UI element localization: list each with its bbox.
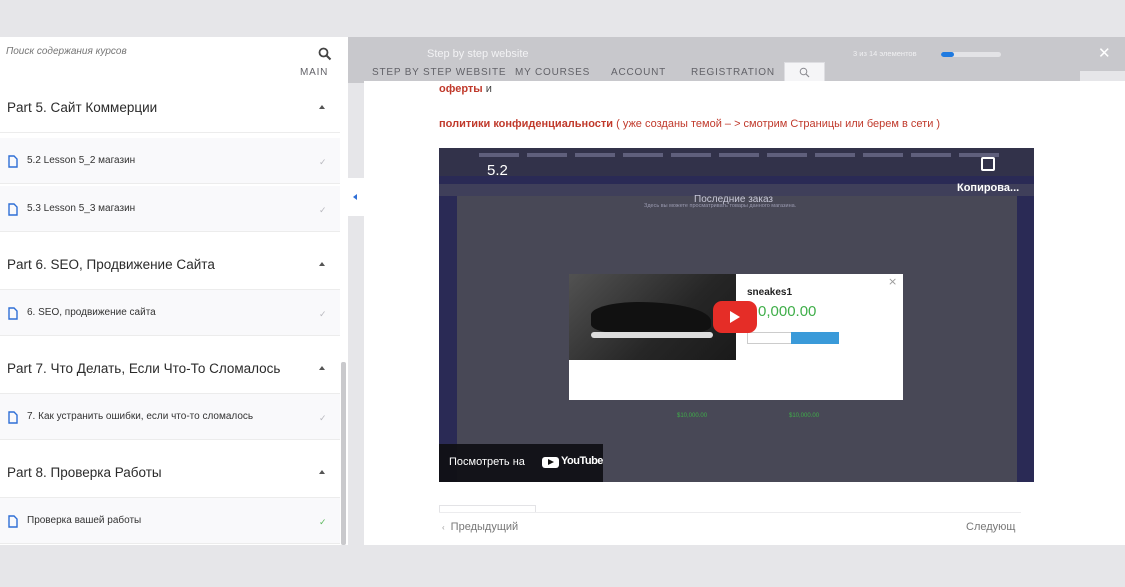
progress-text: 3 из 14 элементов — [853, 49, 917, 58]
section-title: Part 8. Проверка Работы — [7, 465, 162, 480]
lesson-title: 6. SEO, продвижение сайта — [27, 307, 156, 318]
section-header[interactable]: Part 6. SEO, Продвижение Сайта — [0, 240, 340, 290]
youtube-play-button[interactable] — [713, 301, 757, 333]
video-embed[interactable]: 5.2 Копирова... Последние заказ Здесь вы… — [439, 148, 1034, 482]
document-icon — [8, 203, 18, 216]
close-icon: ✕ — [1098, 44, 1111, 62]
previous-lesson-link[interactable]: ‹ Предыдущий — [442, 521, 518, 533]
check-icon: ✓ — [319, 157, 327, 167]
collapse-sidebar-button[interactable] — [348, 178, 364, 216]
document-icon — [8, 307, 18, 320]
add-to-cart-button — [791, 332, 839, 344]
play-icon — [730, 311, 740, 323]
product-image — [569, 274, 736, 360]
caret-up-icon[interactable] — [319, 470, 325, 474]
quantity-stepper — [747, 332, 793, 344]
nav-item-registration[interactable]: REGISTRATION — [691, 67, 775, 78]
nav-item-account[interactable]: ACCOUNT — [611, 67, 666, 78]
video-browser-bar — [439, 148, 1034, 176]
caret-up-icon[interactable] — [319, 105, 325, 109]
sneaker-sole — [591, 332, 713, 338]
check-icon: ✓ — [319, 413, 327, 423]
progress-fill — [941, 52, 955, 57]
nav-search-button[interactable] — [784, 62, 825, 81]
product-name: sneakes1 — [747, 287, 793, 298]
check-icon: ✓ — [319, 309, 327, 319]
sidebar-search — [0, 37, 348, 69]
sneaker-shape — [591, 302, 711, 334]
content-line-1: оферты и — [439, 83, 492, 95]
section-title: Part 5. Сайт Коммерции — [7, 100, 158, 115]
watch-label: Посмотреть на — [449, 456, 525, 468]
content-line-2: политики конфиденциальности ( уже создан… — [439, 118, 940, 130]
lesson-title: 7. Как устранить ошибки, если что-то сло… — [27, 411, 254, 422]
progress-bar — [941, 52, 1001, 57]
course-sidebar: Part 5. Сайт Коммерции 5.2 Lesson 5_2 ма… — [0, 37, 348, 545]
check-icon: ✓ — [319, 205, 327, 215]
check-icon: ✓ — [319, 517, 327, 527]
nav-item-my-courses[interactable]: MY COURSES — [515, 67, 590, 78]
search-input[interactable] — [6, 46, 296, 57]
chevron-left-icon: ‹ — [442, 523, 445, 532]
content-text: и — [485, 83, 492, 95]
lesson-title: 5.3 Lesson 5_3 магазин — [27, 203, 136, 214]
document-icon — [8, 411, 18, 424]
video-browser-tabs — [479, 153, 999, 157]
video-counter: 5.2 — [487, 162, 508, 179]
sidebar-scrollbar[interactable] — [341, 362, 346, 545]
lesson-title: Проверка вашей работы — [27, 515, 142, 526]
cart-link — [747, 346, 775, 354]
previous-label: Предыдущий — [450, 521, 519, 533]
content-link-privacy[interactable]: политики конфиденциальности — [439, 118, 613, 130]
next-lesson-link[interactable]: Следующ — [966, 521, 1015, 533]
section-title: Part 6. SEO, Продвижение Сайта — [7, 257, 215, 272]
copy-link-icon[interactable] — [981, 157, 995, 171]
video-page-subtitle: Здесь вы можете просматривать товары дан… — [644, 203, 797, 209]
lesson-title: 5.2 Lesson 5_2 магазин — [27, 155, 136, 166]
content-text: ( уже созданы темой – > смотрим Страницы… — [616, 118, 941, 130]
youtube-play-icon — [542, 457, 559, 468]
content-link-offer[interactable]: оферты — [439, 83, 483, 95]
caret-up-icon[interactable] — [319, 262, 325, 266]
course-title: Step by step website — [427, 48, 529, 60]
next-label: Следующ — [966, 521, 1016, 533]
product-modal: sneakes1 0,000.00 × — [569, 274, 903, 400]
lesson-item[interactable]: 7. Как устранить ошибки, если что-то сло… — [0, 394, 340, 440]
search-icon — [799, 67, 810, 78]
main-nav: MAIN STEP BY STEP WEBSITE MY COURSES ACC… — [300, 62, 825, 81]
youtube-text: YouTube — [561, 455, 603, 467]
chevron-left-icon — [353, 194, 357, 200]
close-button[interactable]: ✕ — [1080, 37, 1125, 71]
section-header[interactable]: Part 7. Что Делать, Если Что-То Сломалос… — [0, 344, 340, 394]
watch-on-youtube-button[interactable]: Посмотреть на YouTube — [439, 444, 603, 482]
document-icon — [8, 155, 18, 168]
lesson-item[interactable]: 5.3 Lesson 5_3 магазин ✓ — [0, 186, 340, 232]
section-title: Part 7. Что Делать, Если Что-То Сломалос… — [7, 361, 281, 376]
footer-divider — [439, 512, 1021, 513]
product-price: 0,000.00 — [758, 303, 817, 320]
lesson-item[interactable]: 5.2 Lesson 5_2 магазин ✓ — [0, 138, 340, 184]
lesson-item[interactable]: Проверка вашей работы ✓ — [0, 498, 340, 544]
search-icon[interactable] — [318, 47, 334, 63]
product-price: $10,000.00 — [677, 413, 708, 419]
product-price: $10,000.00 — [789, 413, 820, 419]
close-icon: × — [888, 275, 898, 288]
document-icon — [8, 515, 18, 528]
section-header[interactable]: Part 8. Проверка Работы — [0, 448, 340, 498]
view-button — [841, 332, 873, 344]
video-copy-label[interactable]: Копирова... — [957, 182, 1019, 194]
caret-up-icon[interactable] — [319, 366, 325, 370]
nav-item-step-by-step-website[interactable]: STEP BY STEP WEBSITE — [372, 67, 506, 78]
nav-item-main[interactable]: MAIN — [300, 67, 328, 78]
section-header[interactable]: Part 5. Сайт Коммерции — [0, 83, 340, 133]
lesson-item[interactable]: 6. SEO, продвижение сайта ✓ — [0, 290, 340, 336]
